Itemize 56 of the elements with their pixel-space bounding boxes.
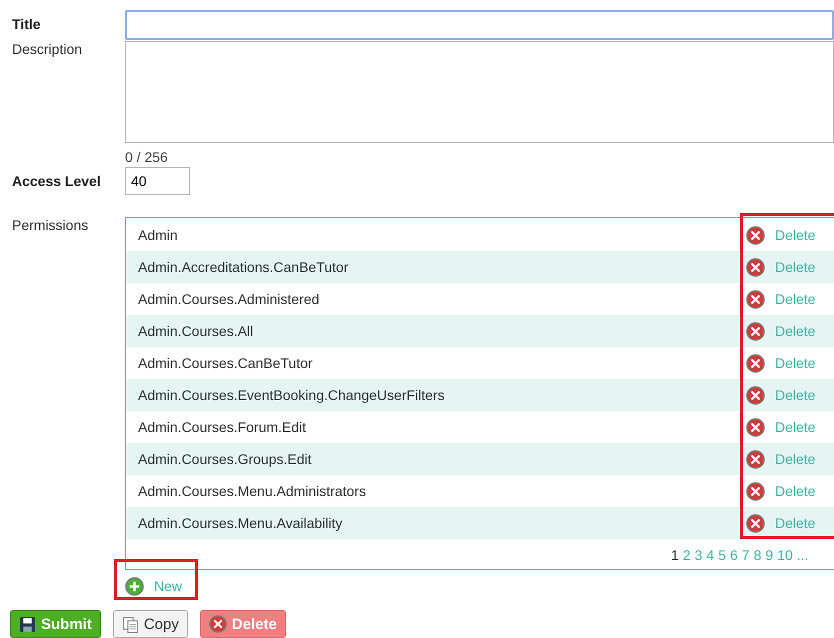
page-link[interactable]: ... xyxy=(796,547,808,563)
delete-icon[interactable] xyxy=(746,226,765,244)
page-link[interactable]: 2 xyxy=(682,547,691,563)
permission-name: Admin.Courses.All xyxy=(138,323,254,339)
permission-name: Admin.Courses.EventBooking.ChangeUserFilters xyxy=(138,387,446,403)
delete-link[interactable]: Delete xyxy=(775,259,816,275)
page-link[interactable]: 10 xyxy=(777,547,793,563)
delete-link[interactable]: Delete xyxy=(775,387,816,403)
delete-button[interactable]: Delete xyxy=(200,610,286,638)
permission-name: Admin.Courses.CanBeTutor xyxy=(138,355,314,371)
page-link[interactable]: 4 xyxy=(706,547,714,563)
delete-icon[interactable] xyxy=(746,322,765,340)
delete-icon[interactable] xyxy=(746,354,765,372)
permission-name: Admin.Courses.Menu.Availability xyxy=(138,515,344,531)
delete-icon[interactable] xyxy=(746,290,765,308)
permission-name: Admin.Courses.Menu.Administrators xyxy=(138,483,367,499)
page-link[interactable]: 5 xyxy=(718,547,726,563)
delete-link[interactable]: Delete xyxy=(775,291,816,307)
delete-link[interactable]: Delete xyxy=(775,515,816,531)
permission-name: Admin xyxy=(138,227,179,243)
documents-icon xyxy=(122,616,139,632)
delete-link[interactable]: Delete xyxy=(775,451,816,467)
delete-link[interactable]: Delete xyxy=(775,323,816,339)
page-link[interactable]: 7 xyxy=(742,547,750,563)
delete-icon[interactable] xyxy=(746,258,765,276)
permissions-label: Permissions xyxy=(11,217,90,233)
add-icon[interactable] xyxy=(125,576,144,596)
copy-button[interactable]: Copy xyxy=(112,610,188,638)
description-field[interactable] xyxy=(125,41,834,143)
access-level-field[interactable]: 40 xyxy=(125,167,190,195)
permission-name: Admin.Courses.Forum.Edit xyxy=(138,419,308,435)
access-level-label: Access Level xyxy=(11,173,102,189)
page-link[interactable]: 8 xyxy=(754,547,762,563)
title-field[interactable] xyxy=(125,10,834,40)
delete-icon[interactable] xyxy=(746,514,765,532)
delete-icon[interactable] xyxy=(746,482,765,500)
page-link[interactable]: 1 xyxy=(671,547,679,563)
page-link[interactable]: 9 xyxy=(765,547,774,563)
permission-name: Admin.Courses.Groups.Edit xyxy=(138,451,313,467)
permission-name: Admin.Courses.Administered xyxy=(138,291,320,307)
delete-icon[interactable] xyxy=(746,386,765,404)
delete-link[interactable]: Delete xyxy=(775,419,816,435)
delete-icon[interactable] xyxy=(746,450,765,468)
title-label: Title xyxy=(11,15,42,32)
delete-icon xyxy=(208,615,227,633)
submit-button[interactable]: Submit xyxy=(10,610,101,638)
delete-link[interactable]: Delete xyxy=(775,355,816,371)
delete-icon[interactable] xyxy=(746,418,765,436)
delete-link[interactable]: Delete xyxy=(775,483,816,499)
character-counter: 0 / 256 xyxy=(125,149,168,165)
page-link[interactable]: 3 xyxy=(694,547,702,563)
description-label: Description xyxy=(11,41,84,57)
new-link[interactable]: New xyxy=(154,578,182,594)
page-link[interactable]: 6 xyxy=(730,547,738,563)
permission-name: Admin.Accreditations.CanBeTutor xyxy=(138,259,350,275)
delete-link[interactable]: Delete xyxy=(775,227,816,243)
